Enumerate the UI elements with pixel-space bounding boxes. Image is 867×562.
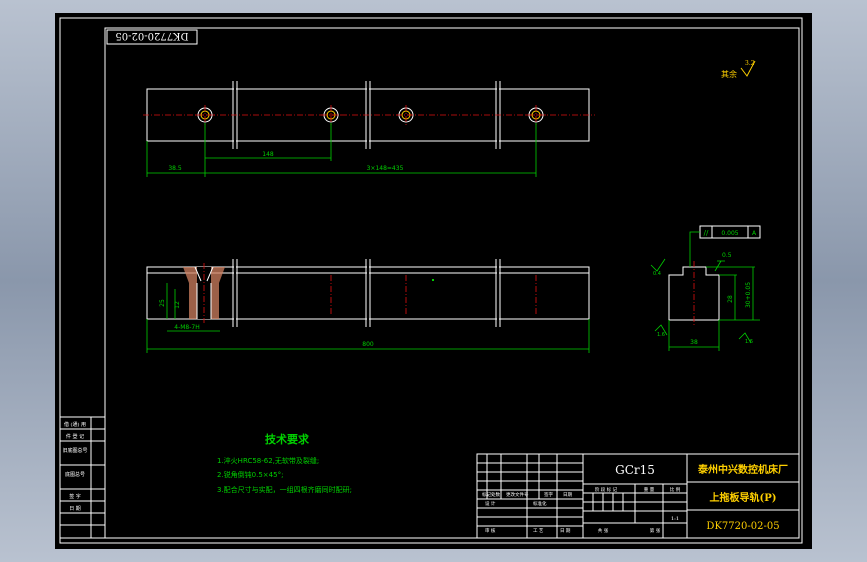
roughness-side: 1.6 — [745, 339, 753, 345]
roughness-left-icon — [650, 258, 666, 272]
grid-label-review: 审 核 — [485, 527, 496, 534]
front-view: 800 25 12 4-M8-7H — [146, 259, 590, 353]
grid-scale-label: 比 例 — [670, 486, 681, 493]
drawing-number: DK7720-02-05 — [706, 521, 779, 532]
dim-counterbore: 4-M8-7H — [174, 324, 199, 331]
dim-left-offset: 38.5 — [168, 165, 182, 172]
material: GCr15 — [615, 463, 655, 477]
roughness-note-label: 其余 — [721, 69, 737, 79]
top-view: 148 38.5 3×148=435 — [143, 81, 595, 177]
dim-pitch: 148 — [262, 151, 274, 158]
grid-label-sign: 签字 — [544, 491, 553, 498]
side-label-4: 底图总号 — [65, 471, 85, 478]
tech-item-1: 1.淬火HRC58-62,无软带及裂缝; — [217, 456, 319, 465]
break-lines-front — [232, 259, 501, 327]
drawing-canvas: DK7720-02-05 其余 3.2 148 38.5 3×148=435 8… — [55, 13, 812, 549]
tolerance-datum: A — [752, 230, 757, 237]
tech-item-2: 2.锐角倒钝0.5×45°; — [217, 470, 283, 479]
dim-section-height: 28 — [727, 295, 734, 303]
company-name: 泰州中兴数控机床厂 — [697, 463, 788, 476]
top-view-dimensions: 148 38.5 3×148=435 — [146, 123, 537, 177]
grid-sheets-label: 共 张 — [598, 527, 609, 534]
technical-requirements: 技术要求 1.淬火HRC58-62,无软带及裂缝; 2.锐角倒钝0.5×45°;… — [217, 432, 352, 494]
outer-border — [59, 17, 803, 544]
grid-label-date: 日期 — [563, 492, 572, 498]
grid-label-count: 处数 — [491, 491, 500, 498]
grid-stage-label: 阶 段 标 记 — [595, 486, 618, 493]
scale-value: 1:1 — [671, 516, 679, 522]
roughness-note-value: 3.2 — [745, 60, 755, 67]
dim-section-top: 0.5 — [722, 252, 732, 259]
grid-label-change: 更改文件号 — [506, 491, 529, 498]
grid-weight-label: 重 量 — [644, 486, 655, 493]
side-label-2: 件 登 记 — [66, 433, 84, 440]
side-register-strip: 借 (通) 用 件 登 记 旧底图总号 底图总号 签 字 日 期 — [59, 416, 106, 539]
side-label-5: 签 字 — [69, 493, 81, 500]
dim-overall-length: 800 — [362, 341, 374, 348]
grid-label-standard: 标准化 — [533, 500, 547, 507]
dim-hole-depth-a: 25 — [159, 299, 166, 307]
dim-section-width: 38 — [690, 339, 698, 346]
dim-hole-depth-b: 12 — [174, 301, 181, 309]
engineering-drawing: DK7720-02-05 其余 3.2 148 38.5 3×148=435 8… — [59, 17, 803, 544]
grid-label-day: 日 期 — [560, 528, 571, 534]
grid-label-process: 工 艺 — [533, 528, 544, 534]
tech-title: 技术要求 — [265, 432, 310, 446]
tolerance-value: 0.005 — [721, 230, 738, 237]
title-block: 标记 处数 更改文件号 签字 日期 设 计 标准化 审 核 工 艺 日 期 GC… — [476, 453, 800, 539]
dim-section-total: 30+0.05 — [745, 282, 752, 308]
roughness-left: 0.4 — [653, 271, 661, 277]
roughness-note: 其余 3.2 — [721, 60, 756, 79]
side-label-3: 旧底图总号 — [62, 447, 87, 454]
grid-sheet-label: 第 张 — [650, 527, 661, 534]
part-name: 上拖板导轨(P) — [710, 491, 777, 504]
point-marker — [432, 279, 434, 281]
side-label-6: 日 期 — [69, 506, 81, 512]
section-view: // 0.005 A 28 30+0.05 38 0.5 0.4 1.6 1.6 — [650, 225, 761, 351]
tech-item-3: 3.配合尺寸与实配，一组四根齐磨同时配研; — [217, 485, 352, 494]
grid-label-design: 设 计 — [485, 500, 496, 507]
drawing-number-rotated: DK7720-02-05 — [115, 30, 188, 41]
dim-pitch-chain: 3×148=435 — [367, 165, 404, 172]
roughness-bottom: 1.6 — [657, 332, 665, 338]
tolerance-symbol: // — [704, 229, 709, 237]
side-label-1: 借 (通) 用 — [64, 421, 86, 428]
